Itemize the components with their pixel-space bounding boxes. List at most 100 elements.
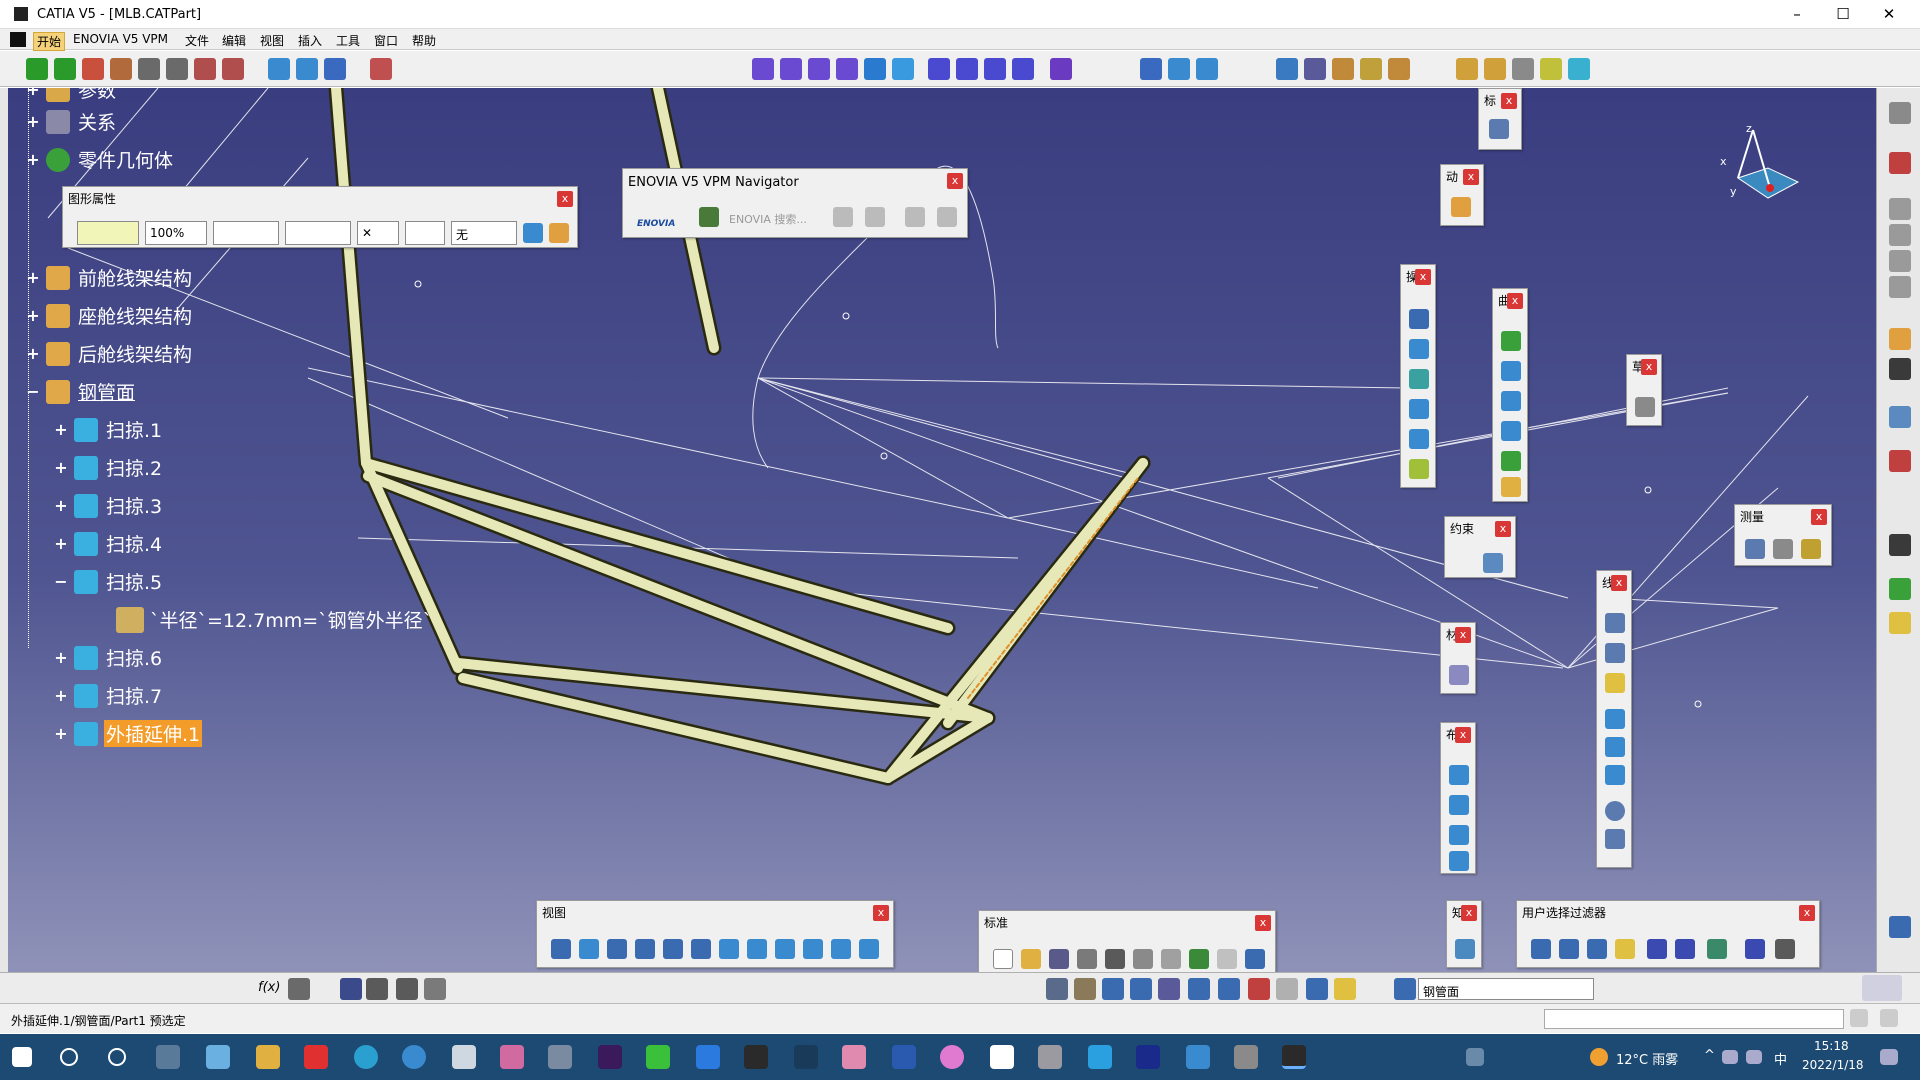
tool-1-icon[interactable] [1889,198,1911,220]
enovia-sync-icon[interactable] [905,207,925,227]
sew-icon[interactable] [1449,851,1469,871]
taskbar-app-8-icon[interactable] [744,1045,768,1069]
parallel-curve-icon[interactable] [1501,477,1521,497]
hand-icon[interactable] [1451,197,1471,217]
analysis-icon[interactable] [222,58,244,80]
enovia-connect-icon[interactable] [699,207,719,227]
constraint-icon[interactable] [1483,553,1503,573]
point-icon[interactable] [1168,58,1190,80]
table-icon[interactable] [340,978,362,1000]
sun-icon[interactable] [1889,612,1911,634]
view-close-button[interactable]: x [873,905,889,921]
multi-view-icon[interactable] [747,939,767,959]
close-button[interactable]: ✕ [1866,0,1912,29]
solid-tool-1-icon[interactable] [928,58,950,80]
update-icon[interactable] [1046,978,1068,1000]
menu-insert[interactable]: 插入 [298,32,322,49]
wireframe-close-button[interactable]: x [1611,575,1627,591]
menu-help[interactable]: 帮助 [412,32,436,49]
taskbar-app-16-icon[interactable] [1234,1045,1258,1069]
enovia-close-button[interactable]: x [947,173,963,189]
solid-tool-3-icon[interactable] [984,58,1006,80]
tree-item-front-frame[interactable]: + 前舱线架结构 [26,264,194,291]
project-tool-icon[interactable] [1605,709,1625,729]
tree-item-sweep-2[interactable]: + 扫掠.2 [54,454,164,481]
zoom-in-icon[interactable] [663,939,683,959]
constraint-close-button[interactable]: x [1495,521,1511,537]
intersect-icon[interactable] [1501,421,1521,441]
tree-item-extrapolate[interactable]: + 外插延伸.1 [54,720,203,747]
line-thickness-select[interactable] [213,221,279,245]
hide-icon[interactable] [831,939,851,959]
tool-4-icon[interactable] [1889,276,1911,298]
taskbar-app-9-icon[interactable] [842,1045,866,1069]
tree-item-rear-frame[interactable]: + 后舱线架结构 [26,340,194,367]
pan-icon[interactable] [26,58,48,80]
tree-item-tube-surface[interactable]: − 钢管面 [26,378,137,405]
clock-date[interactable]: 2022/1/18 [1802,1058,1864,1072]
word-icon[interactable] [892,1045,916,1069]
people-icon[interactable] [1466,1048,1484,1066]
enovia-search[interactable]: ENOVIA 搜索... [729,211,807,227]
select-tool-icon[interactable] [1889,328,1911,350]
enovia-open-icon[interactable] [833,207,853,227]
file-explorer-icon[interactable] [256,1045,280,1069]
line-icon[interactable] [1196,58,1218,80]
point-filter-icon[interactable] [1531,939,1551,959]
reflect-tool-icon[interactable] [1605,765,1625,785]
extrapolate-tool-icon[interactable] [1409,459,1429,479]
menu-tools[interactable]: 工具 [336,32,360,49]
pdf-icon[interactable] [1889,152,1911,174]
surface-tool-6-icon[interactable] [892,58,914,80]
tree-item-parameters[interactable]: + 参数 [26,88,118,103]
pan-view-icon[interactable] [607,939,627,959]
rotate-icon[interactable] [635,939,655,959]
sketch-close-button[interactable]: x [1641,359,1657,375]
taskbar-app-5-icon[interactable] [500,1045,524,1069]
body-tool-icon[interactable] [1218,978,1240,1000]
edge-icon[interactable] [354,1045,378,1069]
lock-icon[interactable] [396,978,418,1000]
surface-tool-3-icon[interactable] [808,58,830,80]
transparency-select[interactable]: 100% [145,221,207,245]
taskbar-app-12-icon[interactable] [1038,1045,1062,1069]
shading-icon[interactable] [803,939,823,959]
point-symbol-select[interactable]: ✕ [357,221,399,245]
helix-icon[interactable] [1501,451,1521,471]
wechat-icon[interactable] [646,1045,670,1069]
boolean-close-button[interactable]: x [1455,727,1471,743]
swap-space-icon[interactable] [859,939,879,959]
catia-taskbar-icon[interactable] [1282,1045,1306,1069]
standard-close-button[interactable]: x [1255,915,1271,931]
tree-item-sweep-4[interactable]: + 扫掠.4 [54,530,164,557]
taskbar-app-13-icon[interactable] [1088,1045,1112,1069]
premiere-icon[interactable] [598,1045,622,1069]
cortana-icon[interactable] [108,1048,126,1066]
minimize-button[interactable]: – [1774,0,1820,29]
solid-tool-4-icon[interactable] [1012,58,1034,80]
windows-start-icon[interactable] [12,1047,32,1067]
taskbar-app-7-icon[interactable] [696,1045,720,1069]
grid-icon[interactable] [1304,58,1326,80]
task-view-icon[interactable] [156,1045,180,1069]
line-type-select[interactable] [285,221,351,245]
snap-icon[interactable] [82,58,104,80]
taskbar-app-14-icon[interactable] [1136,1045,1160,1069]
scene-icon[interactable] [1889,916,1911,938]
analysis-tool-icon[interactable] [1248,978,1270,1000]
geometry-filter-icon[interactable] [1675,939,1695,959]
material-icon[interactable] [1484,58,1506,80]
menu-window[interactable]: 窗口 [374,32,398,49]
tree-item-seat-frame[interactable]: + 座舱线架结构 [26,302,194,329]
cut-icon[interactable] [1105,949,1125,969]
paste-icon[interactable] [1161,949,1181,969]
sketcher-icon[interactable] [1635,397,1655,417]
taskbar-app-3-icon[interactable] [402,1045,426,1069]
formula-button[interactable]: f(x) [258,980,280,995]
print-icon[interactable] [1077,949,1097,969]
measure-close-button[interactable]: x [1811,509,1827,525]
animation-close-button[interactable]: x [1463,169,1479,185]
hand-tool-icon[interactable] [1074,978,1096,1000]
enovia-refresh-icon[interactable] [937,207,957,227]
menu-file[interactable]: 文件 [185,32,209,49]
